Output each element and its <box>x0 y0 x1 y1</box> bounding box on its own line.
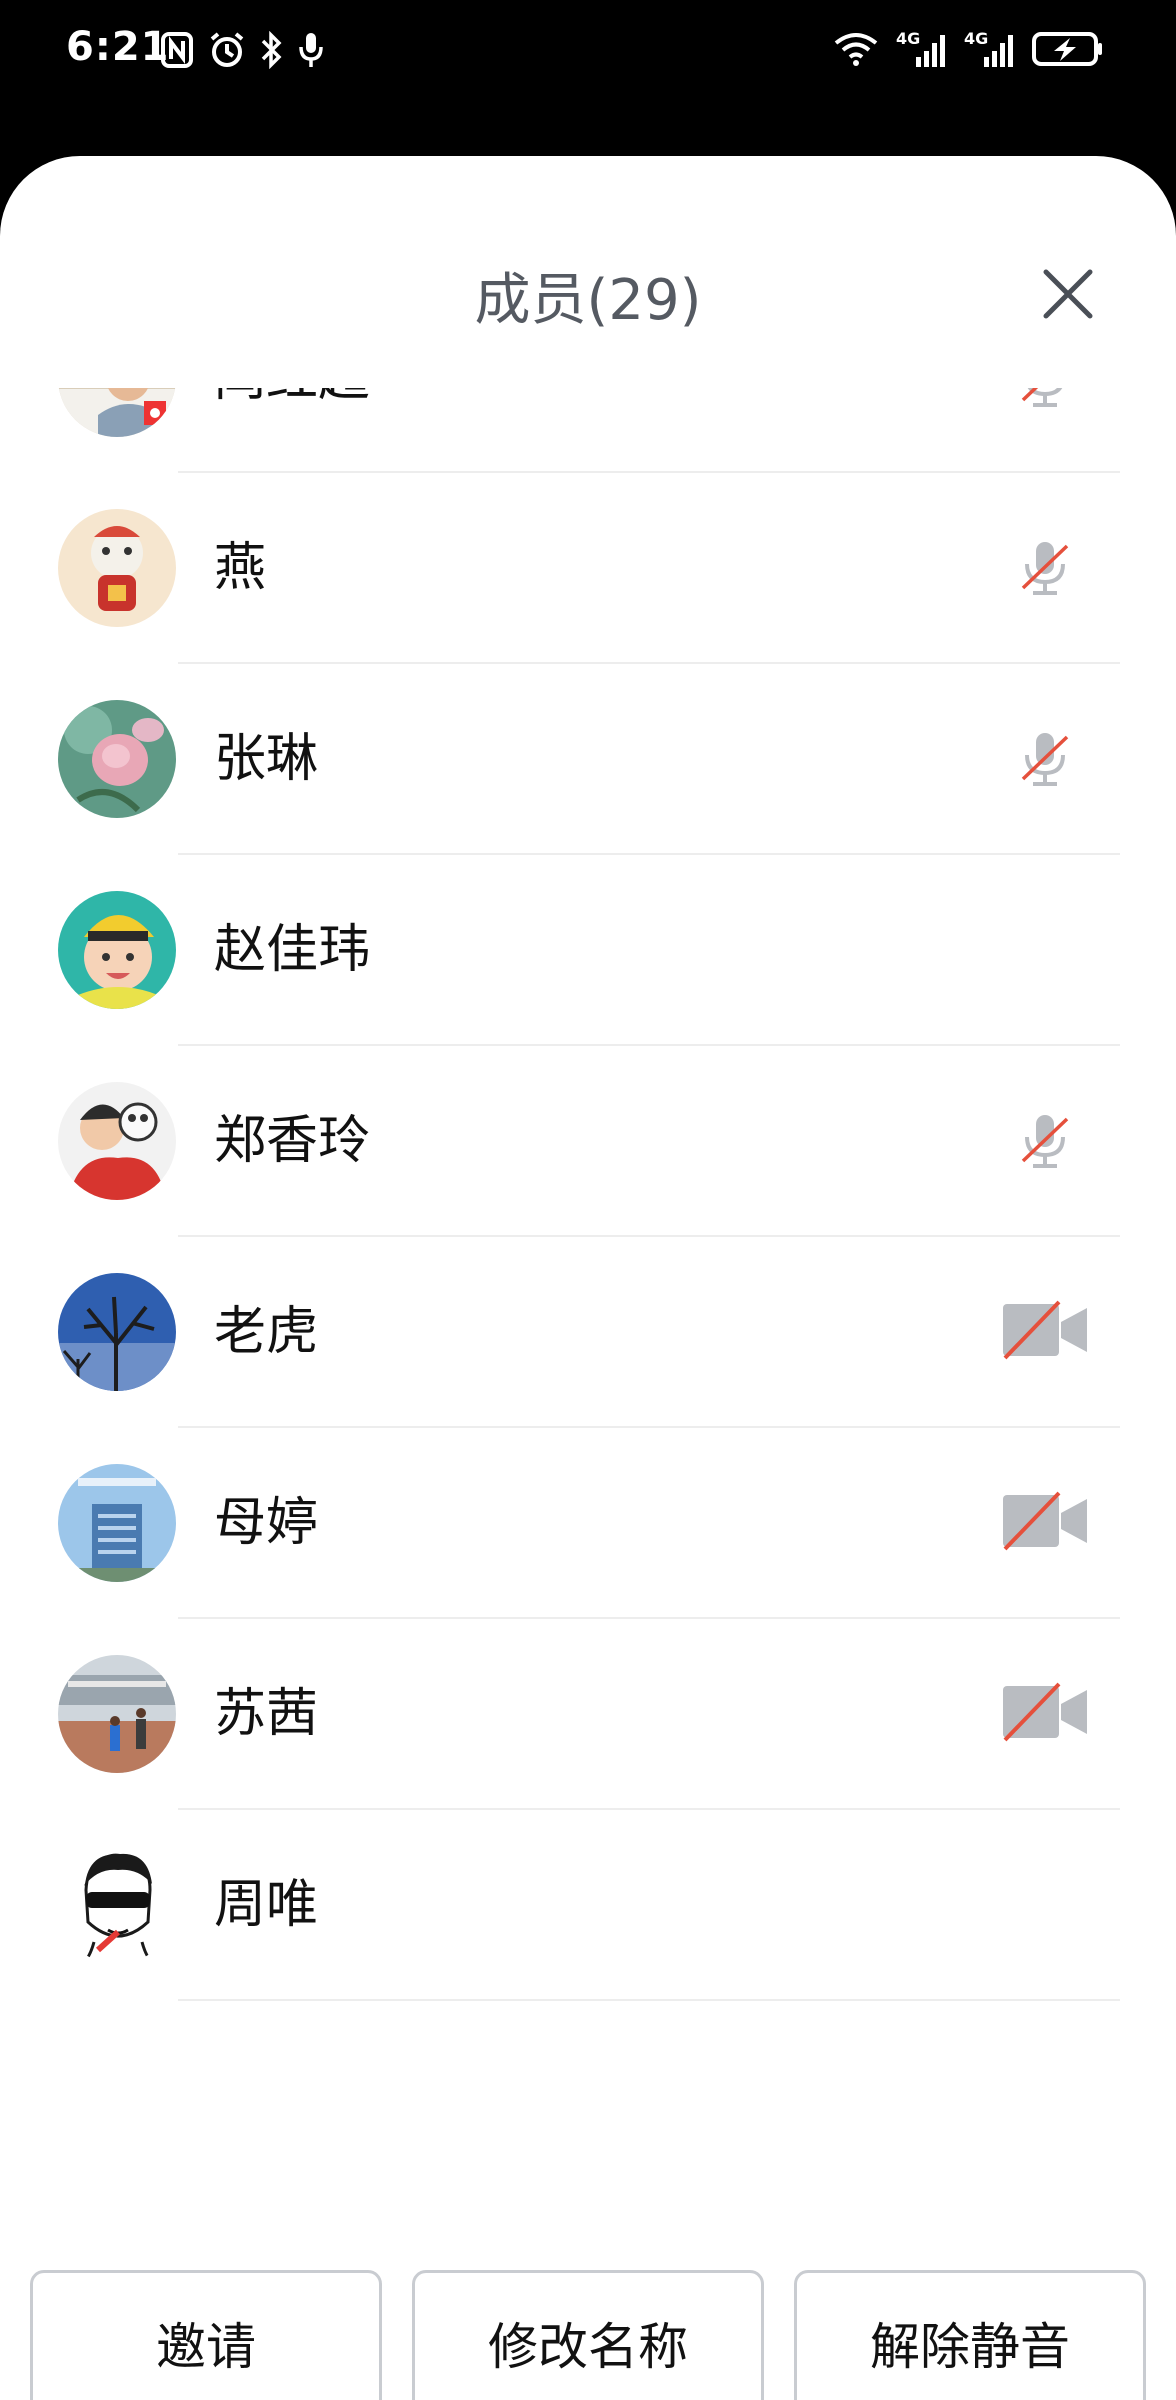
sheet-title: 成员(29) <box>474 268 702 333</box>
members-sheet: 成员(29) 闫红超 燕 <box>0 156 1176 2400</box>
member-row[interactable]: 赵佳玮 <box>0 855 1176 1046</box>
member-row[interactable]: 老虎 <box>0 1237 1176 1428</box>
close-button[interactable] <box>1040 266 1096 322</box>
alarm-icon <box>208 31 246 69</box>
member-name: 老虎 <box>214 1302 319 1362</box>
member-name: 母婷 <box>214 1493 319 1553</box>
member-name: 苏茜 <box>214 1684 319 1744</box>
video-off-icon <box>1000 1681 1090 1743</box>
action-bar: 邀请 修改名称 解除静音 <box>0 2270 1176 2400</box>
mic-muted-icon <box>1010 388 1080 410</box>
battery-charging-icon <box>1032 31 1104 67</box>
video-off-icon <box>1000 1490 1090 1552</box>
signal-4g-icon: 4G <box>896 29 946 69</box>
member-row[interactable]: 母婷 <box>0 1428 1176 1619</box>
member-row[interactable]: 郑香玲 <box>0 1046 1176 1237</box>
wifi-icon <box>834 31 878 67</box>
unmute-button[interactable]: 解除静音 <box>794 2270 1146 2400</box>
rename-button[interactable]: 修改名称 <box>412 2270 764 2400</box>
mic-muted-icon <box>1010 538 1080 598</box>
microphone-icon <box>298 31 324 69</box>
member-name: 郑香玲 <box>214 1111 371 1171</box>
video-off-icon <box>1000 1299 1090 1361</box>
invite-button[interactable]: 邀请 <box>30 2270 382 2400</box>
nfc-icon <box>160 31 194 69</box>
signal-4g-icon: 4G <box>964 29 1014 69</box>
sheet-header: 成员(29) <box>0 156 1176 356</box>
member-row[interactable]: 闫红超 <box>0 388 1176 473</box>
member-row[interactable]: 燕 <box>0 473 1176 664</box>
avatar <box>58 1846 176 1964</box>
member-name: 闫红超 <box>214 388 370 408</box>
status-bar: 6:21 4G 4G <box>0 0 1176 100</box>
status-time: 6:21 <box>66 24 170 70</box>
member-row[interactable]: 周唯 <box>0 1810 1176 2001</box>
avatar <box>58 1273 176 1391</box>
member-name: 燕 <box>214 538 267 598</box>
avatar <box>58 1464 176 1582</box>
status-right-icons: 4G 4G <box>834 26 1104 72</box>
status-left-icons <box>160 28 324 72</box>
member-row[interactable]: 苏茜 <box>0 1619 1176 1810</box>
row-divider <box>178 1999 1120 2001</box>
avatar <box>58 1655 176 1773</box>
member-name: 张琳 <box>214 729 319 789</box>
avatar <box>58 388 176 437</box>
member-name: 周唯 <box>214 1875 319 1935</box>
avatar <box>58 700 176 818</box>
member-name: 赵佳玮 <box>214 920 371 980</box>
avatar <box>58 509 176 627</box>
mic-muted-icon <box>1010 729 1080 789</box>
member-row[interactable]: 张琳 <box>0 664 1176 855</box>
close-icon[interactable] <box>1042 268 1094 320</box>
avatar <box>58 891 176 1009</box>
avatar <box>58 1082 176 1200</box>
bluetooth-icon <box>260 31 284 69</box>
member-list[interactable]: 闫红超 燕 张琳 <box>0 388 1176 2068</box>
mic-muted-icon <box>1010 1111 1080 1171</box>
